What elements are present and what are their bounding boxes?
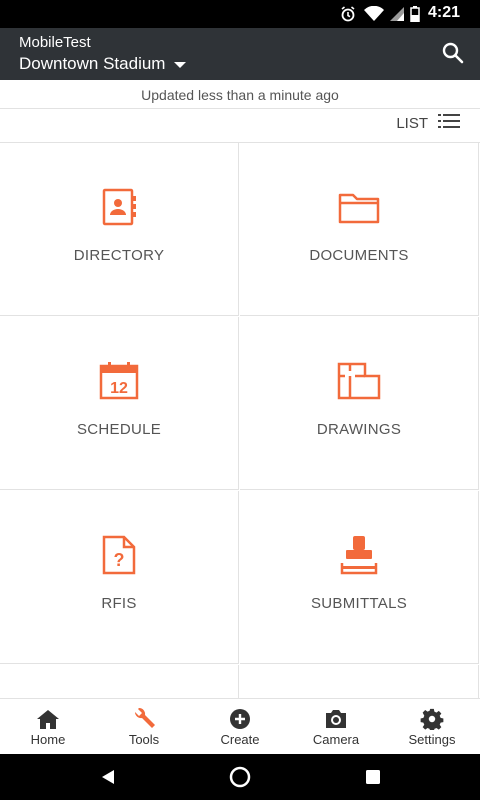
- nav-create[interactable]: Create: [192, 699, 288, 754]
- tool-label: SCHEDULE: [76, 421, 162, 438]
- last-updated-text: Updated less than a minute ago: [0, 80, 480, 109]
- tools-grid: DIRECTORY DOCUMENTS 12 SCHEDULE DRAWINGS…: [0, 142, 480, 699]
- alarm-icon: [340, 6, 356, 27]
- floorplan-icon: [336, 361, 382, 406]
- tool-tile-directory[interactable]: DIRECTORY: [0, 143, 239, 316]
- nav-tools[interactable]: Tools: [96, 699, 192, 754]
- wrench-icon: [132, 707, 156, 735]
- nav-label: Home: [30, 732, 66, 747]
- tool-tile-partial[interactable]: [240, 665, 479, 699]
- list-view-label: LIST: [396, 114, 428, 132]
- home-icon: [36, 708, 60, 735]
- calendar-day-text: 12: [110, 380, 128, 397]
- directory-icon: [99, 187, 139, 232]
- wifi-icon: [364, 5, 384, 27]
- nav-label: Create: [220, 732, 260, 747]
- plus-circle-icon: [228, 708, 252, 735]
- tool-tile-drawings[interactable]: DRAWINGS: [240, 317, 479, 490]
- tool-tile-submittals[interactable]: SUBMITTALS: [240, 491, 479, 664]
- question-document-icon: ?: [101, 535, 137, 580]
- system-nav-bar: [0, 754, 480, 800]
- stamp-icon: [339, 535, 379, 580]
- list-view-toggle[interactable]: LIST: [396, 114, 460, 132]
- back-icon[interactable]: [100, 769, 116, 790]
- battery-icon: [410, 6, 420, 27]
- home-circle-icon[interactable]: [229, 766, 251, 793]
- camera-icon: [324, 708, 348, 735]
- tool-label: DOCUMENTS: [309, 247, 409, 264]
- nav-label: Tools: [128, 732, 160, 747]
- project-selector[interactable]: Downtown Stadium: [19, 54, 187, 74]
- gear-icon: [420, 708, 444, 735]
- tool-label: SUBMITTALS: [310, 595, 408, 612]
- svg-text:?: ?: [114, 550, 125, 570]
- search-icon[interactable]: [442, 42, 464, 69]
- list-icon: [428, 114, 460, 132]
- calendar-icon: 12: [98, 361, 140, 406]
- overview-icon[interactable]: [366, 770, 380, 789]
- signal-icon: [389, 6, 405, 27]
- nav-home[interactable]: Home: [0, 699, 96, 754]
- tool-tile-schedule[interactable]: 12 SCHEDULE: [0, 317, 239, 490]
- tool-label: DRAWINGS: [316, 421, 402, 438]
- project-name: Downtown Stadium: [19, 54, 166, 73]
- status-time: 4:21: [427, 4, 460, 21]
- org-name: MobileTest: [19, 34, 91, 51]
- nav-label: Settings: [408, 732, 456, 747]
- nav-label: Camera: [312, 732, 360, 747]
- app-bar: MobileTest Downtown Stadium: [0, 28, 480, 80]
- status-bar: 4:21: [0, 0, 480, 28]
- tool-tile-partial[interactable]: [0, 665, 239, 699]
- nav-camera[interactable]: Camera: [288, 699, 384, 754]
- tool-tile-rfis[interactable]: ? RFIS: [0, 491, 239, 664]
- nav-settings[interactable]: Settings: [384, 699, 480, 754]
- tool-label: RFIS: [101, 595, 137, 612]
- folder-icon: [337, 187, 381, 232]
- bottom-nav: Home Tools Create Camera Settings: [0, 698, 480, 754]
- tool-label: DIRECTORY: [73, 247, 165, 264]
- caret-down-icon: [174, 62, 187, 68]
- tool-tile-documents[interactable]: DOCUMENTS: [240, 143, 479, 316]
